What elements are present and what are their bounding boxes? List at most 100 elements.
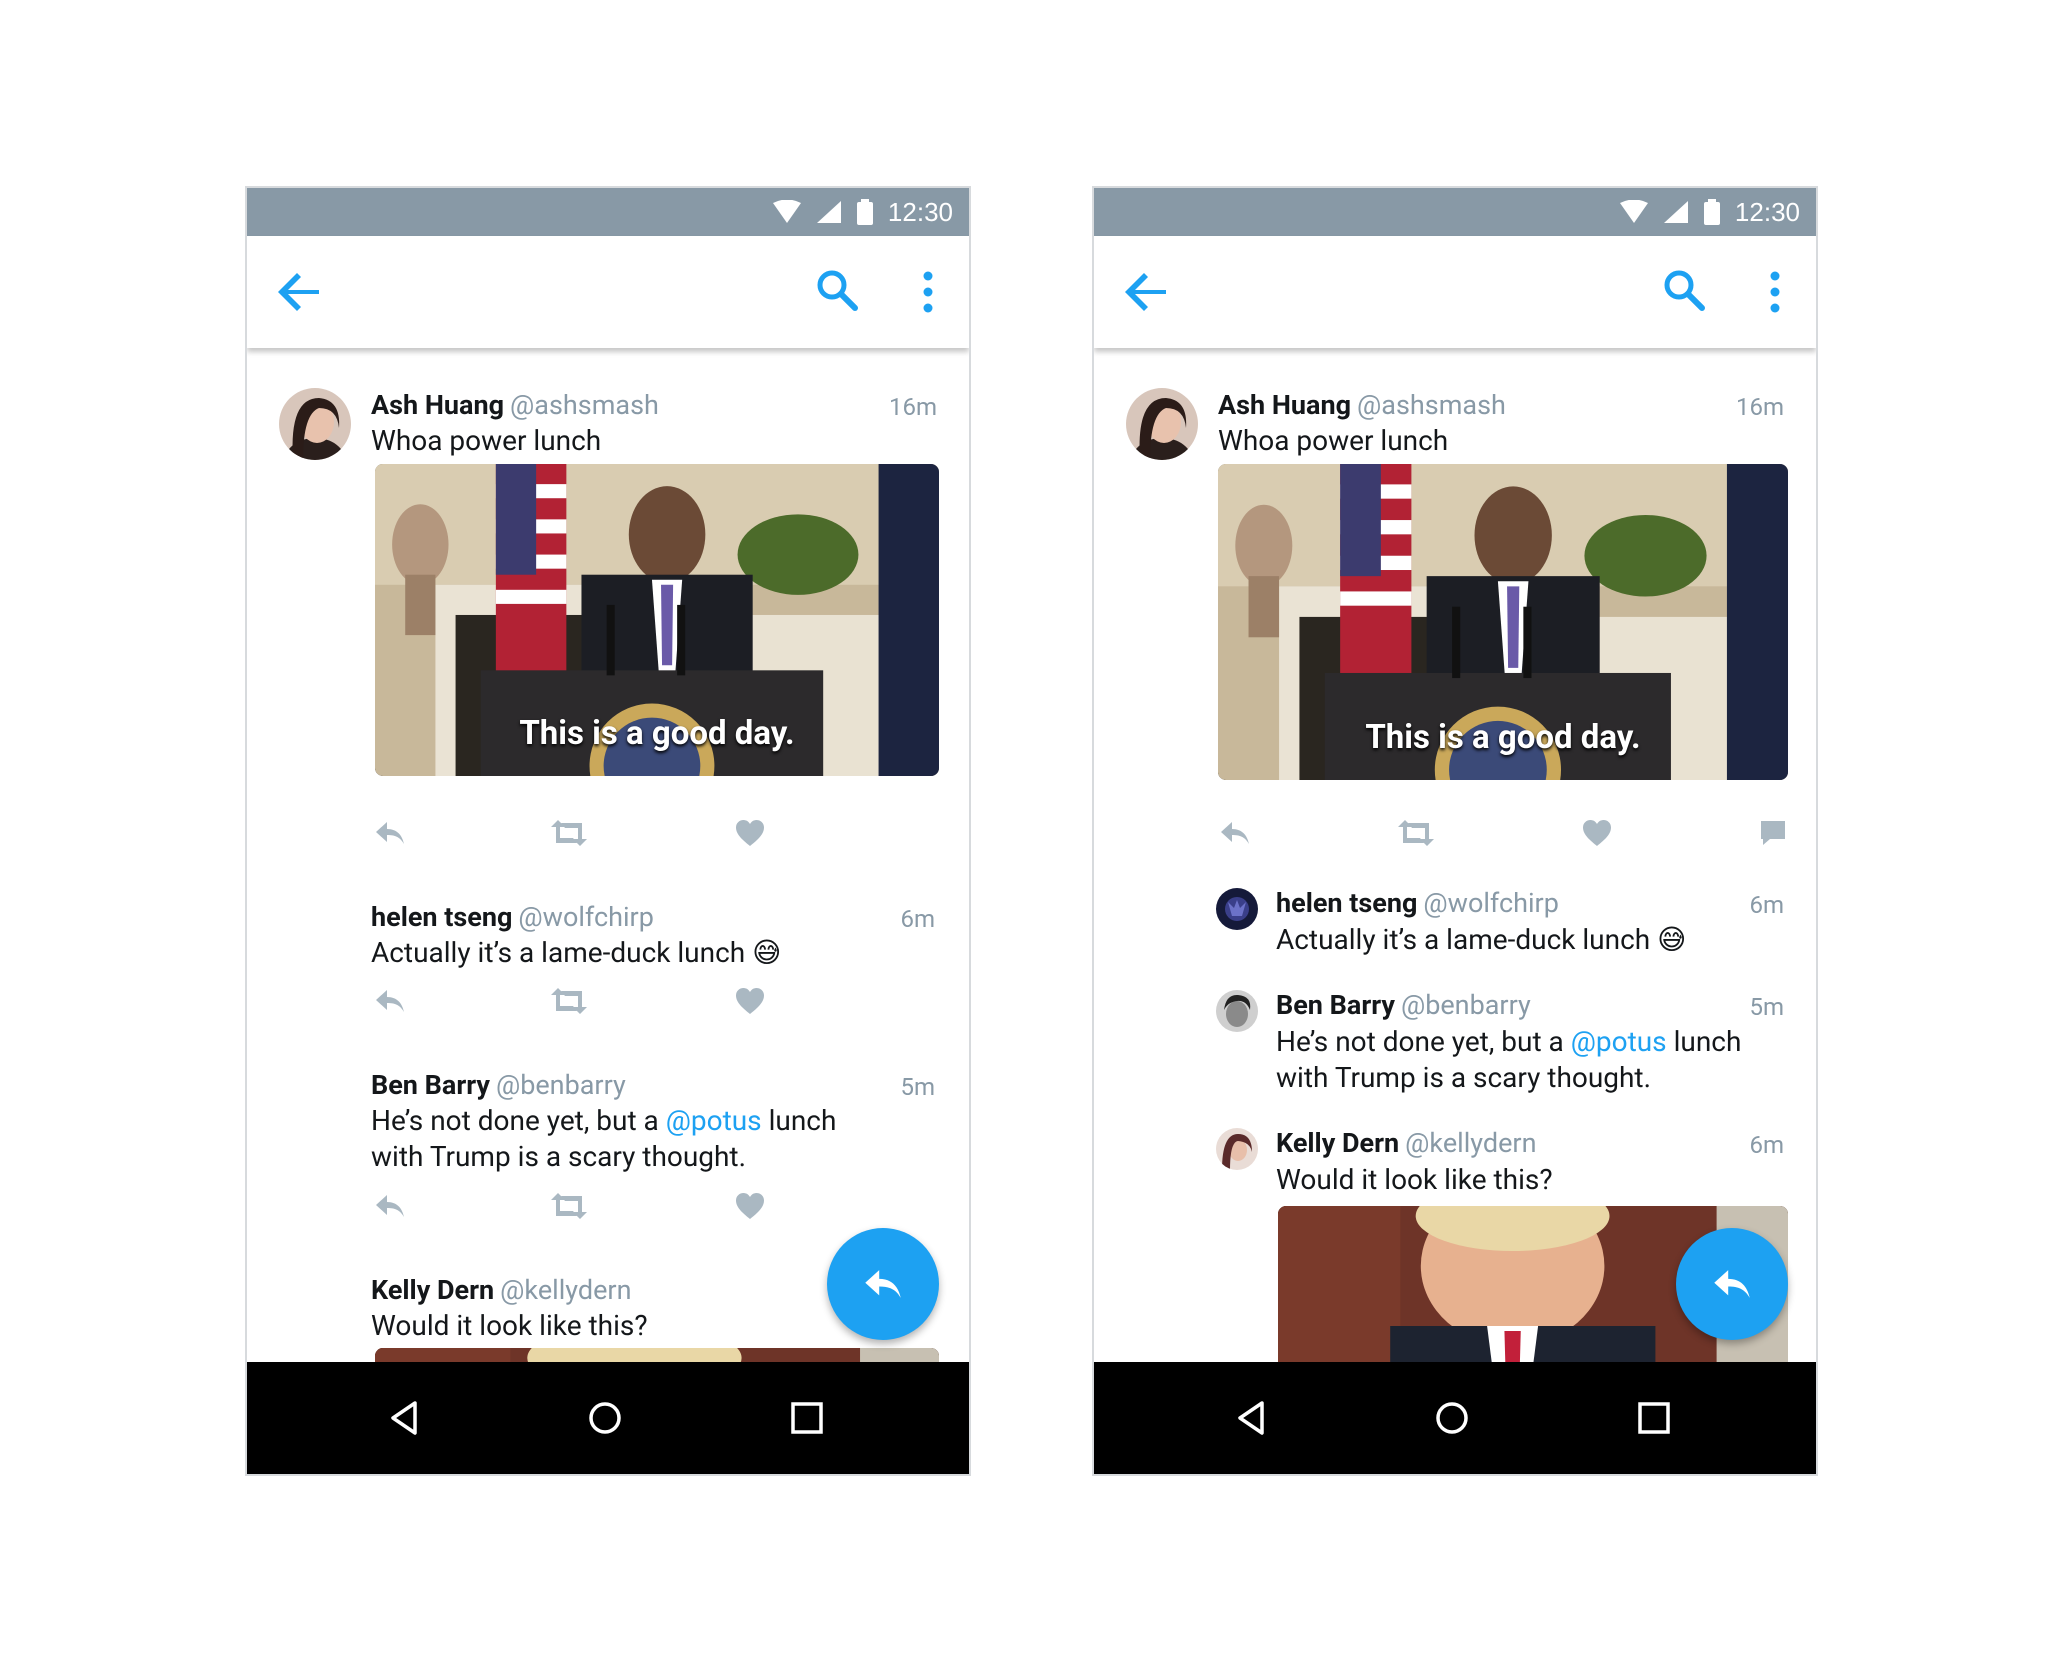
avatar[interactable] bbox=[279, 388, 351, 460]
user-handle[interactable]: @kellydern bbox=[500, 1274, 631, 1306]
nav-home-icon[interactable] bbox=[585, 1398, 625, 1438]
avatar[interactable] bbox=[1126, 388, 1198, 460]
app-bar bbox=[1094, 236, 1816, 348]
tweet-time: 6m bbox=[900, 905, 935, 933]
tweet-text-main: Actually it’s a lame-duck lunch bbox=[1276, 923, 1651, 956]
signal-icon bbox=[816, 201, 841, 223]
heart-icon[interactable] bbox=[734, 818, 766, 848]
tweet-time: 5m bbox=[1749, 993, 1784, 1021]
tweet-text: Would it look like this? bbox=[371, 1309, 648, 1342]
tweet-text-part: lunch bbox=[1673, 1025, 1742, 1058]
battery-icon bbox=[1703, 199, 1720, 225]
media-caption: This is a good day. bbox=[1365, 718, 1641, 757]
tweet-time: 16m bbox=[1735, 393, 1784, 421]
tweet-text: Would it look like this? bbox=[1276, 1163, 1553, 1196]
arrow-left-icon[interactable] bbox=[1124, 270, 1168, 314]
tweet-text: Whoa power lunch bbox=[1218, 424, 1449, 457]
nav-back-icon[interactable] bbox=[385, 1398, 425, 1438]
tweet-text-part: He’s not done yet, but a bbox=[1276, 1025, 1564, 1058]
mention-link[interactable]: @potus bbox=[1571, 1025, 1667, 1058]
user-name[interactable]: Ben Barry bbox=[1276, 989, 1395, 1021]
phone-screen-left: 12:30 Ash Huang @ashsmash 16m Whoa power … bbox=[245, 186, 971, 1476]
reply-fab[interactable] bbox=[827, 1228, 939, 1340]
heart-icon[interactable] bbox=[734, 1191, 766, 1221]
user-handle[interactable]: @benbarry bbox=[1401, 989, 1531, 1021]
emoji-sweat-smile: 😅 bbox=[752, 936, 782, 969]
status-time: 12:30 bbox=[887, 196, 953, 227]
app-bar bbox=[247, 236, 969, 348]
user-handle[interactable]: @ashsmash bbox=[510, 389, 659, 421]
tweet-header: Ash Huang @ashsmash bbox=[1218, 388, 1506, 422]
user-handle[interactable]: @wolfchirp bbox=[1423, 887, 1558, 919]
reply-icon[interactable] bbox=[373, 1191, 407, 1221]
user-handle[interactable]: @kellydern bbox=[1405, 1127, 1536, 1159]
signal-icon bbox=[1663, 201, 1688, 223]
avatar[interactable] bbox=[1216, 990, 1258, 1032]
nav-recents-icon[interactable] bbox=[1636, 1400, 1672, 1436]
tweet-text: He’s not done yet, but a @potus lunch wit… bbox=[1276, 1024, 1741, 1096]
retweet-icon[interactable] bbox=[549, 1191, 589, 1221]
reply-icon[interactable] bbox=[373, 818, 407, 848]
mention-link[interactable]: @potus bbox=[666, 1104, 762, 1137]
tweet-text: Whoa power lunch bbox=[371, 424, 602, 457]
tweet-media-image[interactable]: This is a good day. bbox=[375, 464, 939, 776]
tweet-header: helen tseng @wolfchirp bbox=[1276, 886, 1559, 920]
tweet-text-part: lunch bbox=[768, 1104, 837, 1137]
tweet-header: Kelly Dern @kellydern bbox=[371, 1273, 631, 1307]
reply-icon[interactable] bbox=[373, 986, 407, 1016]
tweet-header: Ash Huang @ashsmash bbox=[371, 388, 659, 422]
phone-screen-right: 12:30 Ash Huang @ashsmash 16m Whoa power … bbox=[1092, 186, 1818, 1476]
system-nav-bar bbox=[247, 1362, 969, 1474]
tweet-time: 6m bbox=[1749, 1131, 1784, 1159]
heart-icon[interactable] bbox=[734, 986, 766, 1016]
conversation-thread: Ash Huang @ashsmash 16m Whoa power lunch … bbox=[247, 348, 969, 1364]
nav-recents-icon[interactable] bbox=[789, 1400, 825, 1436]
user-name[interactable]: Ash Huang bbox=[371, 389, 504, 421]
user-name[interactable]: Kelly Dern bbox=[371, 1274, 494, 1306]
user-name[interactable]: Ash Huang bbox=[1218, 389, 1351, 421]
user-name[interactable]: Ben Barry bbox=[371, 1069, 490, 1101]
tweet-time: 16m bbox=[888, 393, 937, 421]
system-nav-bar bbox=[1094, 1362, 1816, 1474]
emoji-sweat-smile: 😅 bbox=[1657, 923, 1687, 956]
user-handle[interactable]: @wolfchirp bbox=[518, 901, 653, 933]
heart-icon[interactable] bbox=[1581, 818, 1613, 848]
more-vertical-icon[interactable] bbox=[921, 270, 935, 314]
retweet-icon[interactable] bbox=[1396, 818, 1436, 848]
message-icon[interactable] bbox=[1758, 818, 1788, 848]
tweet-header: Ben Barry @benbarry bbox=[1276, 988, 1531, 1022]
user-name[interactable]: Kelly Dern bbox=[1276, 1127, 1399, 1159]
user-handle[interactable]: @ashsmash bbox=[1357, 389, 1506, 421]
wifi-icon bbox=[1619, 200, 1648, 223]
tweet-header: helen tseng @wolfchirp bbox=[371, 900, 654, 934]
arrow-left-icon[interactable] bbox=[277, 270, 321, 314]
nav-back-icon[interactable] bbox=[1232, 1398, 1272, 1438]
tweet-text-part: with Trump is a scary thought. bbox=[1276, 1061, 1651, 1094]
tweet-header: Kelly Dern @kellydern bbox=[1276, 1126, 1536, 1160]
status-time: 12:30 bbox=[1734, 196, 1800, 227]
battery-icon bbox=[856, 199, 873, 225]
tweet-text-main: Actually it’s a lame-duck lunch bbox=[371, 936, 746, 969]
tweet-time: 6m bbox=[1749, 891, 1784, 919]
tweet-text: Actually it’s a lame-duck lunch 😅 bbox=[1276, 922, 1686, 958]
search-icon[interactable] bbox=[1662, 268, 1706, 312]
avatar[interactable] bbox=[1216, 888, 1258, 930]
conversation-thread: Ash Huang @ashsmash 16m Whoa power lunch … bbox=[1094, 348, 1816, 1364]
tweet-media-image[interactable]: This is a good day. bbox=[1218, 464, 1788, 780]
retweet-icon[interactable] bbox=[549, 818, 589, 848]
reply-icon bbox=[865, 1270, 901, 1298]
user-name[interactable]: helen tseng bbox=[1276, 887, 1417, 919]
reply-icon bbox=[1714, 1270, 1750, 1298]
status-bar: 12:30 bbox=[247, 188, 969, 236]
user-handle[interactable]: @benbarry bbox=[496, 1069, 626, 1101]
tweet-text: Actually it’s a lame-duck lunch 😅 bbox=[371, 935, 781, 971]
nav-home-icon[interactable] bbox=[1432, 1398, 1472, 1438]
user-name[interactable]: helen tseng bbox=[371, 901, 512, 933]
reply-icon[interactable] bbox=[1218, 818, 1252, 848]
avatar[interactable] bbox=[1216, 1128, 1258, 1170]
retweet-icon[interactable] bbox=[549, 986, 589, 1016]
tweet-time: 5m bbox=[900, 1073, 935, 1101]
reply-fab[interactable] bbox=[1676, 1228, 1788, 1340]
search-icon[interactable] bbox=[815, 268, 859, 312]
more-vertical-icon[interactable] bbox=[1768, 270, 1782, 314]
